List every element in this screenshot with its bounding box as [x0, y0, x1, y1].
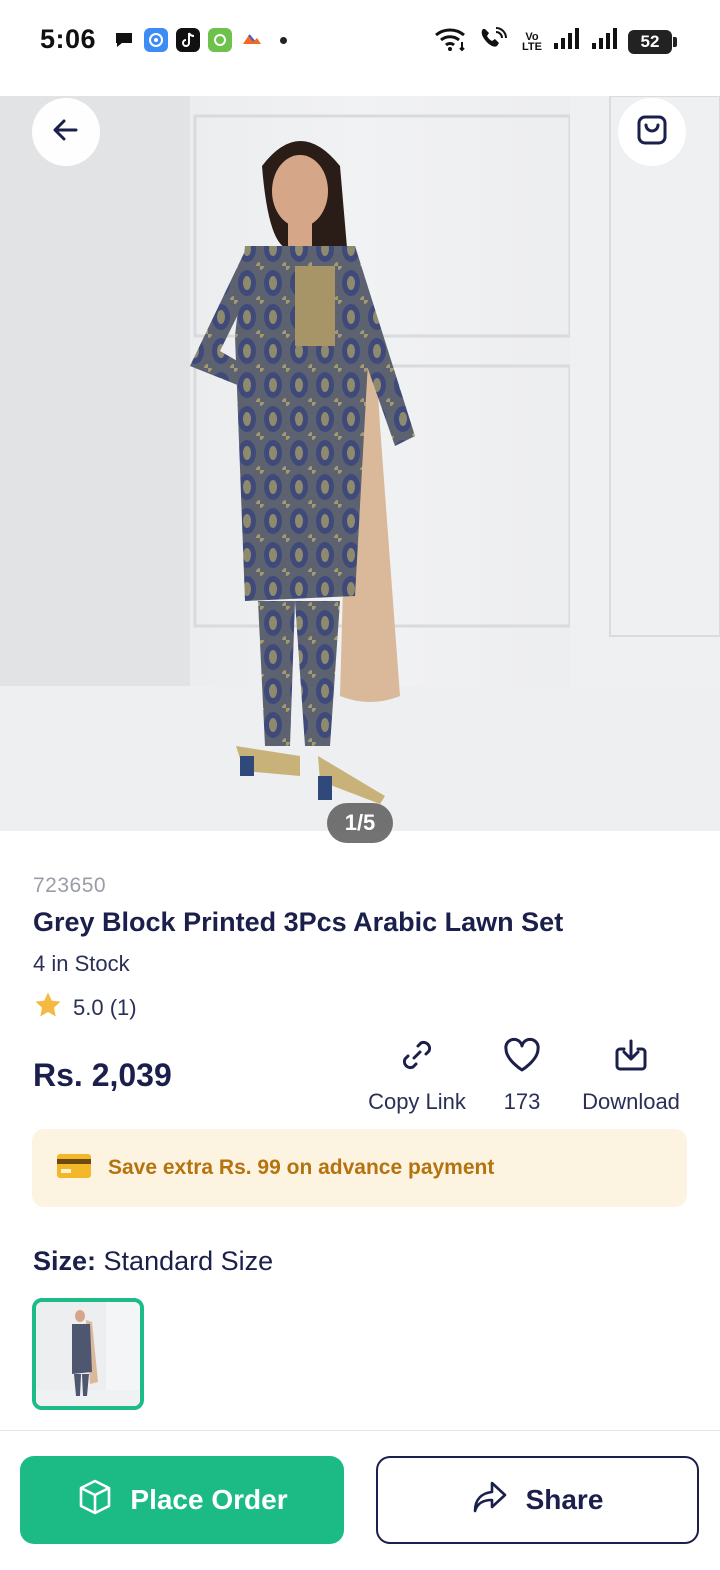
- advance-payment-banner: Save extra Rs. 99 on advance payment: [32, 1129, 687, 1207]
- download-icon: [612, 1036, 650, 1079]
- copy-link-button[interactable]: Copy Link: [360, 1036, 474, 1115]
- signal-strength-icon-2: [590, 27, 618, 56]
- status-time: 5:06: [40, 24, 97, 54]
- cart-button[interactable]: [618, 98, 686, 166]
- share-arrow-icon: [472, 1480, 508, 1521]
- notification-icons: [112, 28, 287, 52]
- back-button[interactable]: [32, 98, 100, 166]
- size-value: Standard Size: [103, 1246, 274, 1276]
- wifi-icon: [434, 26, 468, 57]
- package-box-icon: [76, 1478, 114, 1523]
- credit-card-icon: [56, 1153, 92, 1184]
- system-status-icons: Vo LTE 52: [434, 26, 677, 57]
- product-rating[interactable]: 5.0 (1): [33, 990, 137, 1026]
- product-sku: 723650: [33, 874, 107, 897]
- product-image-carousel[interactable]: [0, 96, 720, 831]
- battery-indicator: 52: [628, 29, 677, 54]
- product-title: Grey Block Printed 3Pcs Arabic Lawn Set: [33, 907, 564, 937]
- share-label: Share: [525, 1484, 604, 1515]
- stock-status: 4 in Stock: [33, 951, 130, 976]
- status-bar: 5:06 Vo LTE 52: [0, 0, 720, 84]
- wifi-calling-icon: [478, 26, 512, 57]
- like-button[interactable]: 173: [490, 1036, 554, 1115]
- share-button[interactable]: Share: [376, 1456, 699, 1544]
- download-button[interactable]: Download: [572, 1036, 690, 1115]
- copy-link-label: Copy Link: [368, 1089, 466, 1114]
- app-blue-icon: [144, 28, 168, 52]
- app-green-icon: [208, 28, 232, 52]
- promo-text: Save extra Rs. 99 on advance payment: [108, 1156, 495, 1179]
- volte-indicator: Vo LTE: [522, 30, 542, 53]
- arrow-left-icon: [50, 114, 82, 151]
- download-label: Download: [582, 1089, 680, 1114]
- place-order-label: Place Order: [130, 1484, 288, 1515]
- signal-strength-icon: [552, 27, 580, 56]
- place-order-button[interactable]: Place Order: [20, 1456, 344, 1544]
- rating-value: 5.0 (1): [73, 995, 137, 1020]
- size-selector: Size: Standard Size: [33, 1246, 273, 1277]
- heart-icon: [502, 1036, 542, 1079]
- likes-count: 173: [503, 1089, 541, 1114]
- more-notifications-dot: [280, 36, 287, 44]
- product-photo: [0, 96, 720, 831]
- image-counter: 1/5: [327, 803, 393, 843]
- chat-bubble-icon: [112, 28, 136, 52]
- shopping-bag-icon: [634, 112, 670, 153]
- star-icon: [33, 990, 63, 1026]
- size-label: Size:: [33, 1246, 97, 1276]
- product-price: Rs. 2,039: [33, 1057, 172, 1093]
- tiktok-icon: [176, 28, 200, 52]
- app-orange-icon: [240, 28, 264, 52]
- size-option-standard[interactable]: [32, 1298, 144, 1410]
- link-icon: [398, 1036, 436, 1079]
- size-thumbnail-image: [36, 1302, 140, 1406]
